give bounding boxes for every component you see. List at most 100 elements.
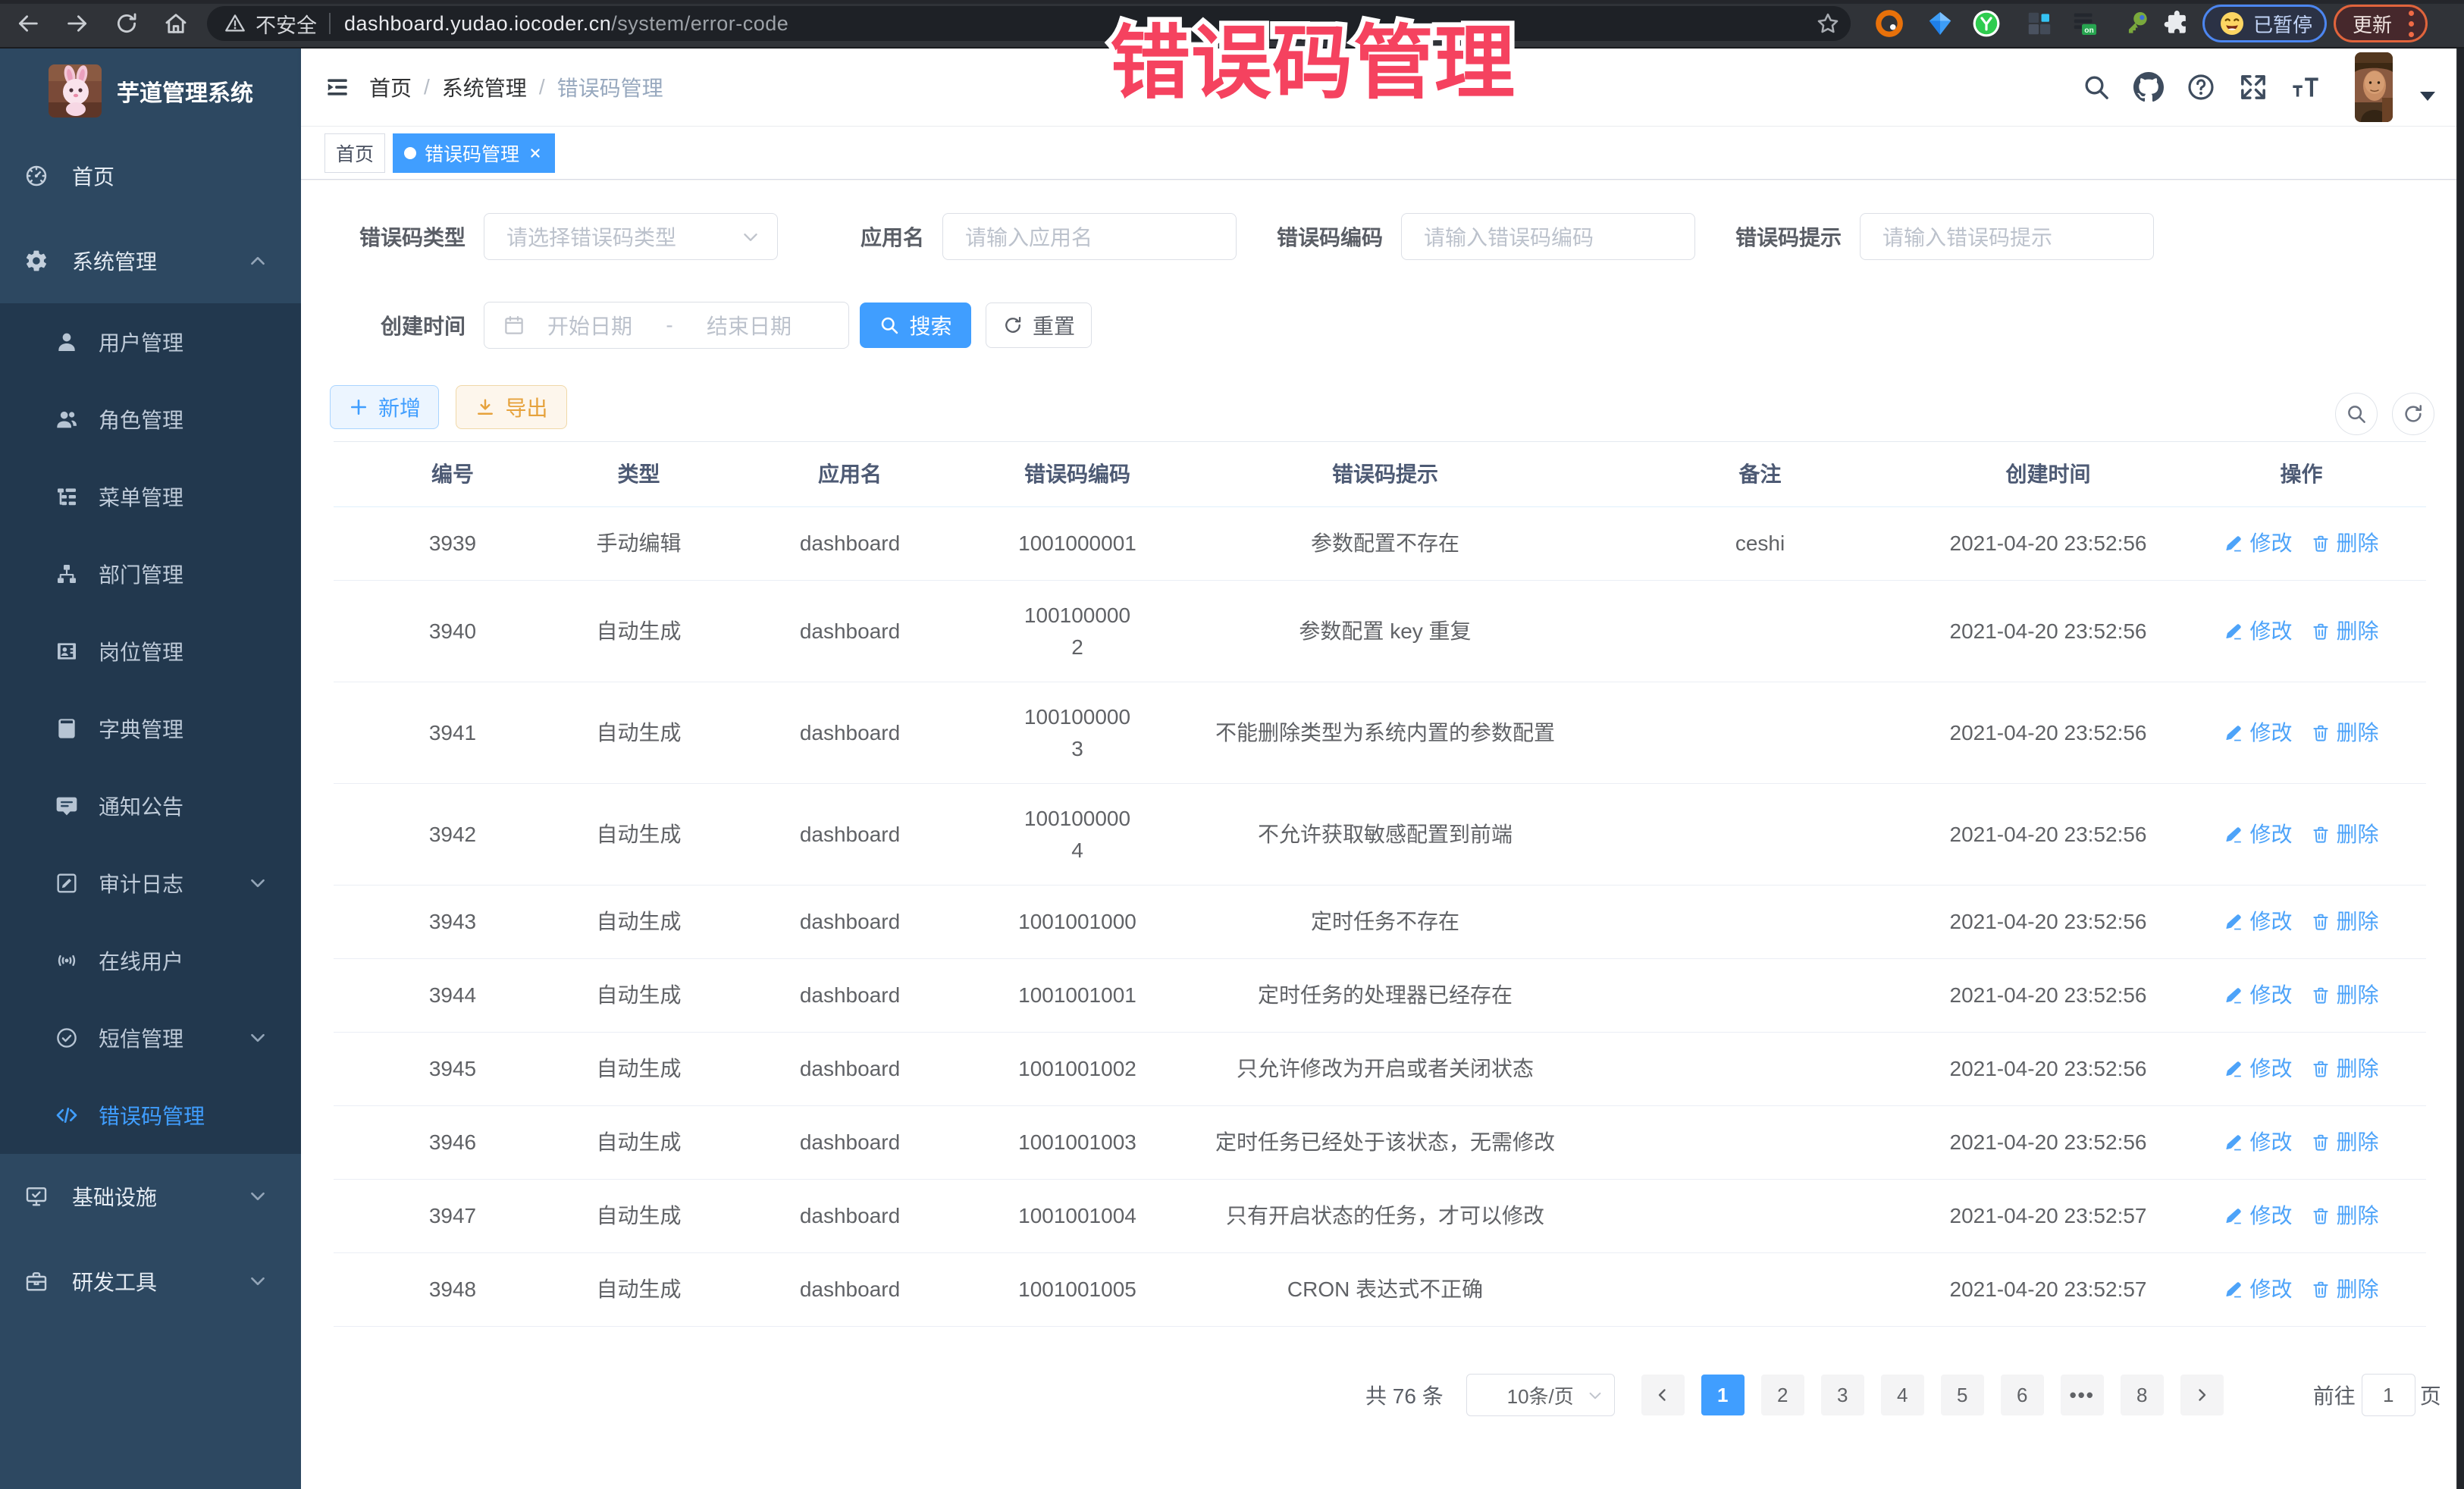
sidebar-subitem-user[interactable]: 用户管理 [0,303,301,381]
menu-label: 首页 [72,161,114,191]
filter-label-app-name: 应用名 [760,221,942,252]
show-search-toggle-button[interactable] [2335,393,2378,435]
edit-button[interactable]: 修改 [2224,1127,2292,1158]
page-number-button-active[interactable]: 1 [1701,1375,1745,1415]
page-number-button[interactable]: 4 [1881,1375,1924,1415]
github-icon[interactable] [2133,72,2164,102]
page-number-button[interactable]: 6 [2001,1375,2044,1415]
breadcrumb-home[interactable]: 首页 [369,72,412,102]
breadcrumb-system[interactable]: 系统管理 [442,72,527,102]
sidebar-toggle-icon[interactable] [324,74,350,100]
address-bar[interactable]: 不安全 dashboard.yudao.iocoder.cn/system/er… [207,6,1851,41]
page-number-button[interactable]: 2 [1761,1375,1804,1415]
delete-icon [2311,1133,2331,1152]
avatar-caret-down-icon[interactable] [2419,90,2437,102]
browser-back-icon[interactable] [15,11,41,36]
browser-home-icon[interactable] [163,11,189,36]
page-number-button[interactable]: 3 [1821,1375,1864,1415]
page-size-select[interactable]: 10条/页 [1466,1374,1615,1416]
sidebar-subitem-dict[interactable]: 字典管理 [0,690,301,767]
sidebar-subitem-post[interactable]: 岗位管理 [0,613,301,690]
app-name-input[interactable]: 请输入应用名 [942,213,1237,260]
extension-paused-chip[interactable]: 已暂停 [2202,5,2327,42]
tag-home[interactable]: 首页 [324,133,385,173]
page-number-button[interactable]: 8 [2121,1375,2164,1415]
sidebar-subitem-log[interactable]: 审计日志 [0,845,301,922]
create-time-range-picker[interactable]: 开始日期 - 结束日期 [484,302,849,349]
bookmark-star-icon[interactable] [1815,11,1841,36]
browser-reload-icon[interactable] [114,11,140,36]
help-icon[interactable] [2186,72,2216,102]
tag-error-code[interactable]: 错误码管理 [393,133,555,173]
delete-button[interactable]: 删除 [2311,1274,2379,1306]
sidebar-subitem-tree-table[interactable]: 菜单管理 [0,458,301,535]
delete-button[interactable]: 删除 [2311,980,2379,1011]
extension-key-icon[interactable] [2123,9,2152,38]
sidebar-item-gear[interactable]: 系统管理 [0,218,301,303]
delete-button[interactable]: 删除 [2311,717,2379,749]
error-code-input[interactable]: 请输入错误码编码 [1401,213,1695,260]
app-logo[interactable]: 芋道管理系统 [0,49,301,133]
page-number-button[interactable]: 5 [1941,1375,1984,1415]
error-type-select[interactable]: 请选择错误码类型 [484,213,778,260]
edit-button[interactable]: 修改 [2224,980,2292,1011]
delete-button[interactable]: 删除 [2311,528,2379,560]
extension-orange-icon[interactable] [1875,9,1904,38]
user-avatar[interactable] [2355,52,2393,122]
sms-icon [55,1026,79,1050]
extension-squares-icon[interactable] [2025,9,2054,38]
font-size-icon[interactable] [2290,72,2321,102]
tag-close-icon[interactable] [527,145,544,161]
edit-button[interactable]: 修改 [2224,1053,2292,1085]
delete-button[interactable]: 删除 [2311,1053,2379,1085]
sidebar-item-infra[interactable]: 基础设施 [0,1154,301,1239]
end-date-placeholder[interactable]: 结束日期 [685,310,813,340]
page-scrollbar[interactable] [2456,49,2464,1489]
header-search-icon[interactable] [2081,72,2111,102]
add-button[interactable]: 新增 [330,385,439,429]
sidebar-item-tool[interactable]: 研发工具 [0,1239,301,1324]
prev-page-button[interactable] [1641,1375,1685,1415]
extension-tabs-on-icon[interactable]: on [2071,9,2099,38]
search-button[interactable]: 搜索 [860,303,971,348]
fullscreen-icon[interactable] [2238,72,2268,102]
sidebar-subitem-code[interactable]: 错误码管理 [0,1077,301,1154]
more-pages-button[interactable]: ••• [2061,1375,2104,1415]
cell-type: 自动生成 [540,819,738,851]
cell-app: dashboard [738,717,962,749]
sidebar-item-dashboard[interactable]: 首页 [0,133,301,218]
sidebar-subitem-message[interactable]: 通知公告 [0,767,301,845]
browser-update-button[interactable]: 更新 [2334,5,2428,42]
error-hint-input[interactable]: 请输入错误码提示 [1860,213,2154,260]
delete-button[interactable]: 删除 [2311,819,2379,851]
edit-button[interactable]: 修改 [2224,616,2292,647]
browser-forward-icon[interactable] [64,11,90,36]
goto-page-input[interactable]: 1 [2362,1374,2415,1416]
browser-menu-dots-icon[interactable] [2409,11,2415,37]
edit-button[interactable]: 修改 [2224,906,2292,938]
security-label[interactable]: 不安全 [255,9,317,39]
edit-button[interactable]: 修改 [2224,819,2292,851]
reset-button[interactable]: 重置 [986,303,1092,348]
edit-button[interactable]: 修改 [2224,1274,2292,1306]
sidebar-subitem-tree[interactable]: 部门管理 [0,535,301,613]
extension-diamond-icon[interactable] [1926,9,1955,38]
edit-button[interactable]: 修改 [2224,1200,2292,1232]
delete-button[interactable]: 删除 [2311,1200,2379,1232]
edit-button[interactable]: 修改 [2224,528,2292,560]
export-button[interactable]: 导出 [456,385,567,429]
edit-button[interactable]: 修改 [2224,717,2292,749]
extension-puzzle-icon[interactable] [2162,9,2191,38]
url-separator [329,13,331,34]
next-page-button[interactable] [2180,1375,2224,1415]
sidebar-subitem-sms[interactable]: 短信管理 [0,999,301,1077]
page-url[interactable]: dashboard.yudao.iocoder.cn/system/error-… [344,12,788,36]
extension-green-icon[interactable] [1972,9,2001,38]
delete-button[interactable]: 删除 [2311,1127,2379,1158]
sidebar-subitem-peoples[interactable]: 角色管理 [0,381,301,458]
delete-button[interactable]: 删除 [2311,616,2379,647]
start-date-placeholder[interactable]: 开始日期 [525,310,654,340]
delete-button[interactable]: 删除 [2311,906,2379,938]
sidebar-subitem-online[interactable]: 在线用户 [0,922,301,999]
refresh-table-button[interactable] [2392,393,2434,435]
